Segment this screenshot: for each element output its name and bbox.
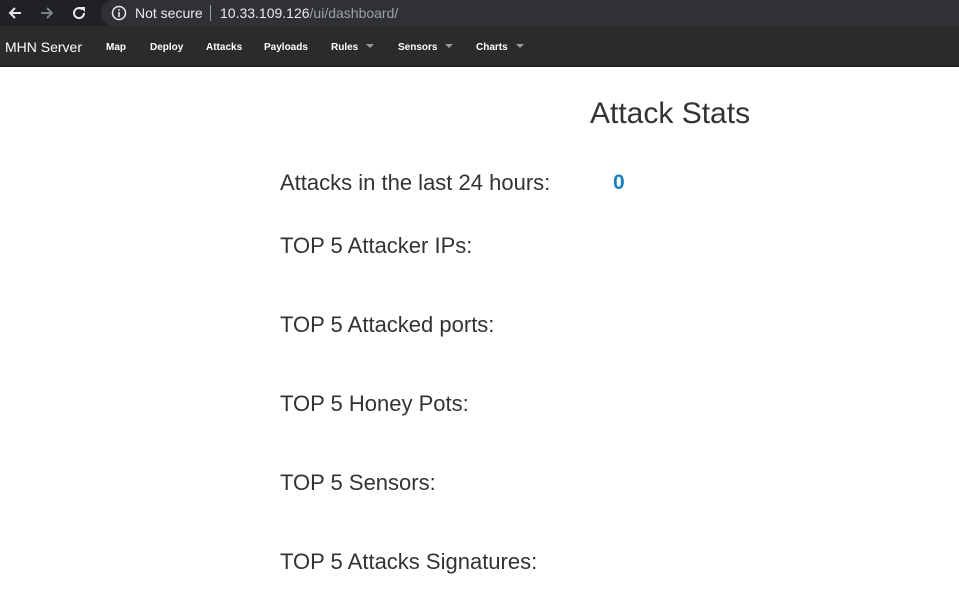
forward-arrow-icon[interactable]: [34, 0, 60, 26]
info-icon[interactable]: [111, 5, 127, 21]
nav-item-label: Deploy: [150, 42, 184, 53]
top-honey-pots-heading: TOP 5 Honey Pots:: [280, 391, 469, 416]
nav-item-label: Attacks: [206, 42, 243, 53]
back-arrow-icon[interactable]: [2, 0, 28, 26]
top-attacked-ports-heading: TOP 5 Attacked ports:: [280, 312, 495, 337]
nav-item-map[interactable]: Map: [106, 42, 126, 54]
nav-item-label: Map: [106, 42, 126, 53]
url-text[interactable]: 10.33.109.126/ui/dashboard/: [220, 4, 398, 22]
app-navbar: MHN Server Map Deploy Attacks Payloads R…: [0, 26, 959, 67]
caret-down-icon: [445, 44, 454, 49]
security-label[interactable]: Not secure: [135, 4, 203, 22]
address-bar[interactable]: Not secure 10.33.109.126/ui/dashboard/: [101, 0, 959, 26]
browser-toolbar: Not secure 10.33.109.126/ui/dashboard/: [0, 0, 959, 26]
nav-item-deploy[interactable]: Deploy: [150, 42, 183, 54]
top-attacker-ips-heading: TOP 5 Attacker IPs:: [280, 233, 473, 258]
nav-item-sensors[interactable]: Sensors: [398, 42, 454, 54]
top-sensors-heading: TOP 5 Sensors:: [280, 470, 436, 495]
nav-item-label: Payloads: [264, 42, 308, 53]
nav-item-label: Charts: [476, 42, 508, 53]
top-attack-signatures-heading: TOP 5 Attacks Signatures:: [280, 549, 538, 574]
url-path: /ui/dashboard/: [309, 5, 399, 21]
url-host: 10.33.109.126: [220, 5, 310, 21]
address-divider: [210, 5, 211, 21]
reload-icon[interactable]: [66, 0, 92, 26]
caret-down-icon: [366, 44, 375, 49]
nav-item-charts[interactable]: Charts: [476, 42, 524, 54]
nav-item-rules[interactable]: Rules: [331, 42, 375, 54]
nav-item-attacks[interactable]: Attacks: [206, 42, 242, 54]
nav-item-label: Rules: [331, 42, 359, 53]
attacks-24h-value: 0: [613, 171, 625, 194]
page-title: Attack Stats: [590, 97, 751, 130]
nav-item-payloads[interactable]: Payloads: [264, 42, 308, 54]
brand-link[interactable]: MHN Server: [5, 39, 82, 55]
attacks-24h-label: Attacks in the last 24 hours:: [280, 170, 551, 195]
caret-down-icon: [515, 44, 524, 49]
nav-item-label: Sensors: [398, 42, 438, 53]
